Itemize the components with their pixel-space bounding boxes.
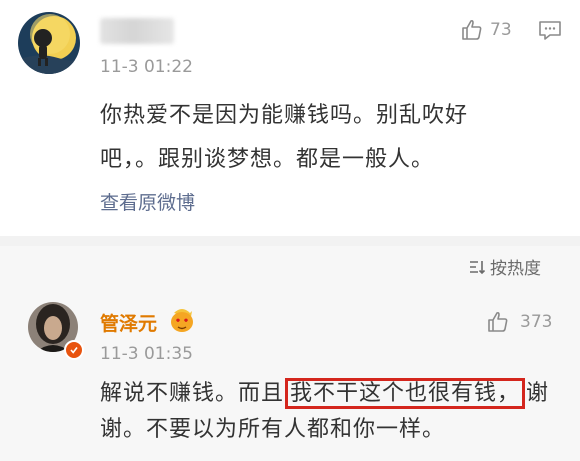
sort-label: 按热度 [490, 259, 541, 279]
comment-text-line-2: 吧，。跟别谈梦想。都是一般人。 [100, 147, 435, 172]
reply-timestamp: 11-3 01:35 [100, 344, 193, 364]
highlighted-text-box: 我不干这个也很有钱， [285, 378, 526, 409]
sort-by-popularity-button[interactable]: 按热度 [468, 254, 541, 279]
reply-text-line-2: 谢。不要以为所有人都和你一样。 [100, 417, 446, 442]
section-divider [0, 236, 580, 246]
reply-text-segment-a: 解说不赚钱。而且 [100, 381, 285, 406]
fan-badge-icon [170, 307, 194, 337]
thumbs-up-icon [488, 311, 508, 332]
replier-username[interactable]: 管泽元 [100, 309, 157, 336]
comment-like-button[interactable]: 73 [460, 18, 512, 42]
avatar-moon-image [18, 12, 80, 74]
reply-button[interactable] [538, 20, 562, 46]
sort-icon [470, 260, 486, 274]
comment-timestamp: 11-3 01:22 [100, 57, 193, 77]
reply-like-button[interactable]: 373 [486, 310, 552, 334]
view-original-weibo-link[interactable]: 查看原微博 [100, 188, 195, 215]
reply-text-segment-b: 谢 [526, 381, 550, 406]
commenter-username-redacted [100, 18, 174, 44]
commenter-avatar[interactable] [18, 12, 80, 74]
reply-like-count: 373 [520, 312, 553, 332]
comment-bubble-icon [539, 21, 561, 40]
verified-badge-icon [64, 340, 84, 360]
comment-like-count: 73 [490, 20, 512, 40]
comment-text-line-1: 你热爱不是因为能赚钱吗。别乱吹好 [100, 103, 469, 128]
thumbs-up-icon [462, 19, 482, 40]
